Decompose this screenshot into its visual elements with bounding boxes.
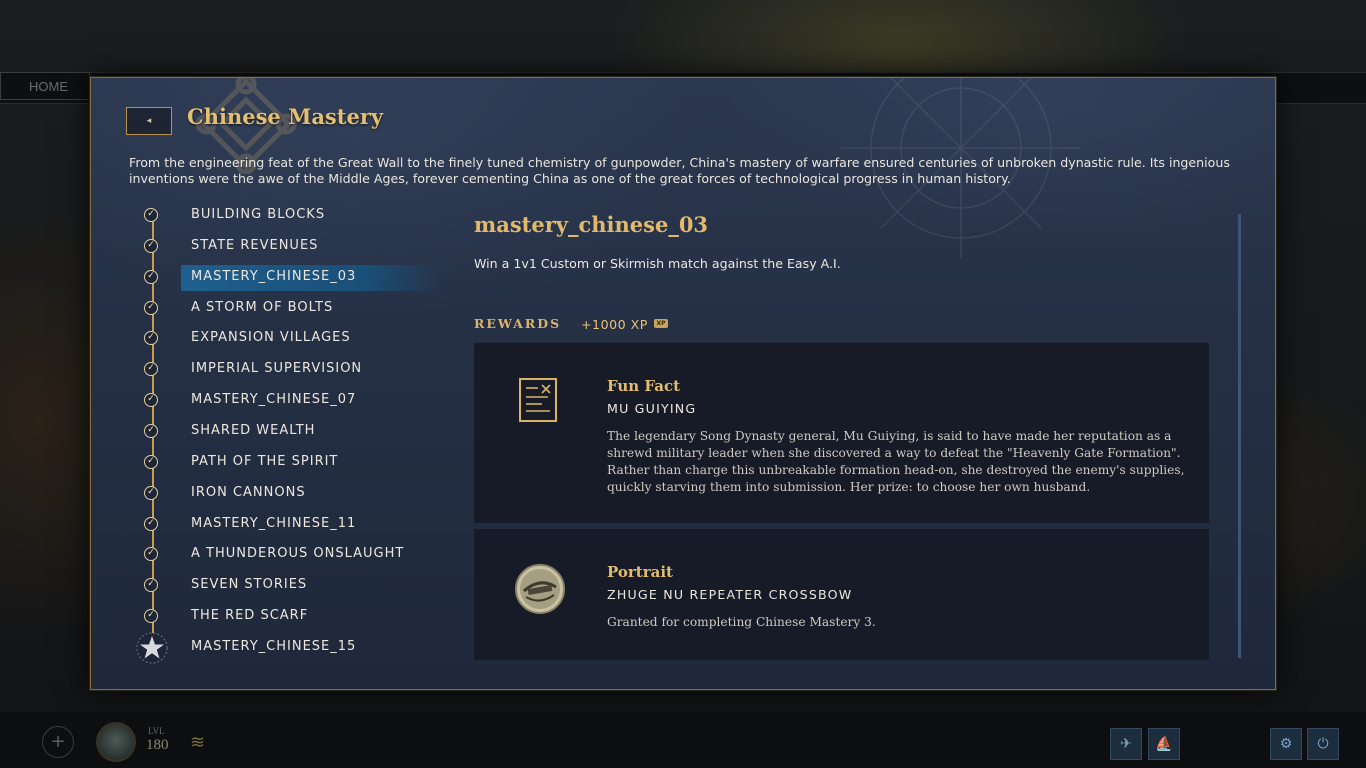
laurel-star-icon (136, 632, 168, 664)
mastery-item-the-red-scarf[interactable]: ✓ THE RED SCARF (131, 604, 441, 630)
mastery-item-label: IMPERIAL SUPERVISION (191, 361, 363, 376)
checkmark-icon: ✓ (144, 517, 158, 531)
mastery-list: ✓ BUILDING BLOCKS ✓ STATE REVENUES ✓ MAS… (131, 200, 451, 664)
rewards-label: REWARDS (474, 316, 562, 331)
crossbow-portrait-icon (515, 564, 565, 614)
mastery-item-mastery-chinese-07[interactable]: ✓ MASTERY_CHINESE_07 (131, 388, 441, 414)
xp-icon: XP (654, 319, 668, 328)
checkmark-icon: ✓ (144, 486, 158, 500)
checkmark-icon: ✓ (144, 578, 158, 592)
ship-icon[interactable]: ⛵ (1148, 728, 1180, 760)
mastery-item-label: MASTERY_CHINESE_15 (191, 639, 357, 654)
card-type-label: Fun Fact (607, 377, 681, 395)
mastery-item-label: SHARED WEALTH (191, 423, 316, 438)
mastery-item-shared-wealth[interactable]: ✓ SHARED WEALTH (131, 419, 441, 445)
mastery-item-seven-stories[interactable]: ✓ SEVEN STORIES (131, 573, 441, 599)
mastery-item-imperial-supervision[interactable]: ✓ IMPERIAL SUPERVISION (131, 357, 441, 383)
power-icon[interactable]: ⏻ (1307, 728, 1339, 760)
mastery-item-label: MASTERY_CHINESE_03 (191, 269, 357, 284)
mastery-item-expansion-villages[interactable]: ✓ EXPANSION VILLAGES (131, 326, 441, 352)
plus-icon[interactable]: + (42, 726, 74, 758)
player-avatar[interactable] (96, 722, 136, 762)
checkmark-icon: ✓ (144, 455, 158, 469)
mastery-item-a-thunderous-onslaught[interactable]: ✓ A THUNDEROUS ONSLAUGHT (131, 542, 441, 568)
mastery-detail-title: mastery_chinese_03 (474, 212, 709, 237)
gear-icon[interactable]: ⚙ (1270, 728, 1302, 760)
home-button[interactable]: HOME (0, 72, 90, 100)
mastery-item-label: PATH OF THE SPIRIT (191, 454, 339, 469)
mastery-item-mastery-chinese-11[interactable]: ✓ MASTERY_CHINESE_11 (131, 512, 441, 538)
scroll-document-icon (519, 378, 557, 422)
card-body-text: Granted for completing Chinese Mastery 3… (607, 615, 876, 629)
checkmark-icon: ✓ (144, 270, 158, 284)
checkmark-icon: ✓ (144, 331, 158, 345)
checkmark-icon: ✓ (144, 301, 158, 315)
mastery-item-path-of-the-spirit[interactable]: ✓ PATH OF THE SPIRIT (131, 450, 441, 476)
mastery-item-mastery-chinese-15[interactable]: MASTERY_CHINESE_15 (131, 632, 441, 664)
page-title: Chinese Mastery (187, 104, 384, 129)
back-button[interactable]: ◂ (126, 107, 172, 135)
reward-card-portrait: Portrait ZHUGE NU REPEATER CROSSBOW Gran… (474, 528, 1209, 660)
mastery-modal: ◂ Chinese Mastery From the engineering f… (90, 77, 1276, 690)
mastery-item-state-revenues[interactable]: ✓ STATE REVENUES (131, 234, 441, 260)
checkmark-icon: ✓ (144, 393, 158, 407)
mastery-item-label: EXPANSION VILLAGES (191, 330, 351, 345)
checkmark-icon: ✓ (144, 239, 158, 253)
mastery-item-label: IRON CANNONS (191, 485, 306, 500)
map-icon[interactable]: ✈ (1110, 728, 1142, 760)
detail-scrollbar[interactable] (1238, 214, 1241, 658)
card-reward-name: ZHUGE NU REPEATER CROSSBOW (607, 587, 853, 602)
civilization-description: From the engineering feat of the Great W… (129, 155, 1230, 186)
checkmark-icon: ✓ (144, 424, 158, 438)
checkmark-icon: ✓ (144, 208, 158, 222)
checkmark-icon: ✓ (144, 547, 158, 561)
mastery-item-label: A STORM OF BOLTS (191, 300, 334, 315)
reward-card-fun-fact: Fun Fact MU GUIYING The legendary Song D… (474, 342, 1209, 523)
mastery-item-label: SEVEN STORIES (191, 577, 308, 592)
caret-left-icon: ◂ (146, 116, 152, 126)
mastery-item-label: A THUNDEROUS ONSLAUGHT (191, 546, 405, 561)
card-type-label: Portrait (607, 563, 673, 581)
mastery-objective: Win a 1v1 Custom or Skirmish match again… (474, 256, 841, 271)
checkmark-icon: ✓ (144, 362, 158, 376)
mastery-item-iron-cannons[interactable]: ✓ IRON CANNONS (131, 481, 441, 507)
card-reward-name: MU GUIYING (607, 401, 697, 416)
mastery-item-label: THE RED SCARF (191, 608, 309, 623)
wifi-icon: ≋ (190, 732, 206, 753)
mastery-item-mastery-chinese-03[interactable]: ✓ MASTERY_CHINESE_03 (131, 265, 441, 291)
mastery-item-label: MASTERY_CHINESE_07 (191, 392, 357, 407)
mastery-item-label: BUILDING BLOCKS (191, 207, 326, 222)
player-level-label: LVL (148, 726, 165, 736)
card-body-text: The legendary Song Dynasty general, Mu G… (607, 429, 1185, 494)
mastery-item-label: STATE REVENUES (191, 238, 319, 253)
mastery-item-building-blocks[interactable]: ✓ BUILDING BLOCKS (131, 203, 441, 229)
xp-reward: +1000 XP (581, 317, 648, 332)
checkmark-icon: ✓ (144, 609, 158, 623)
mastery-item-label: MASTERY_CHINESE_11 (191, 516, 357, 531)
player-level-value: 180 (146, 737, 169, 753)
mastery-item-a-storm-of-bolts[interactable]: ✓ A STORM OF BOLTS (131, 296, 441, 322)
